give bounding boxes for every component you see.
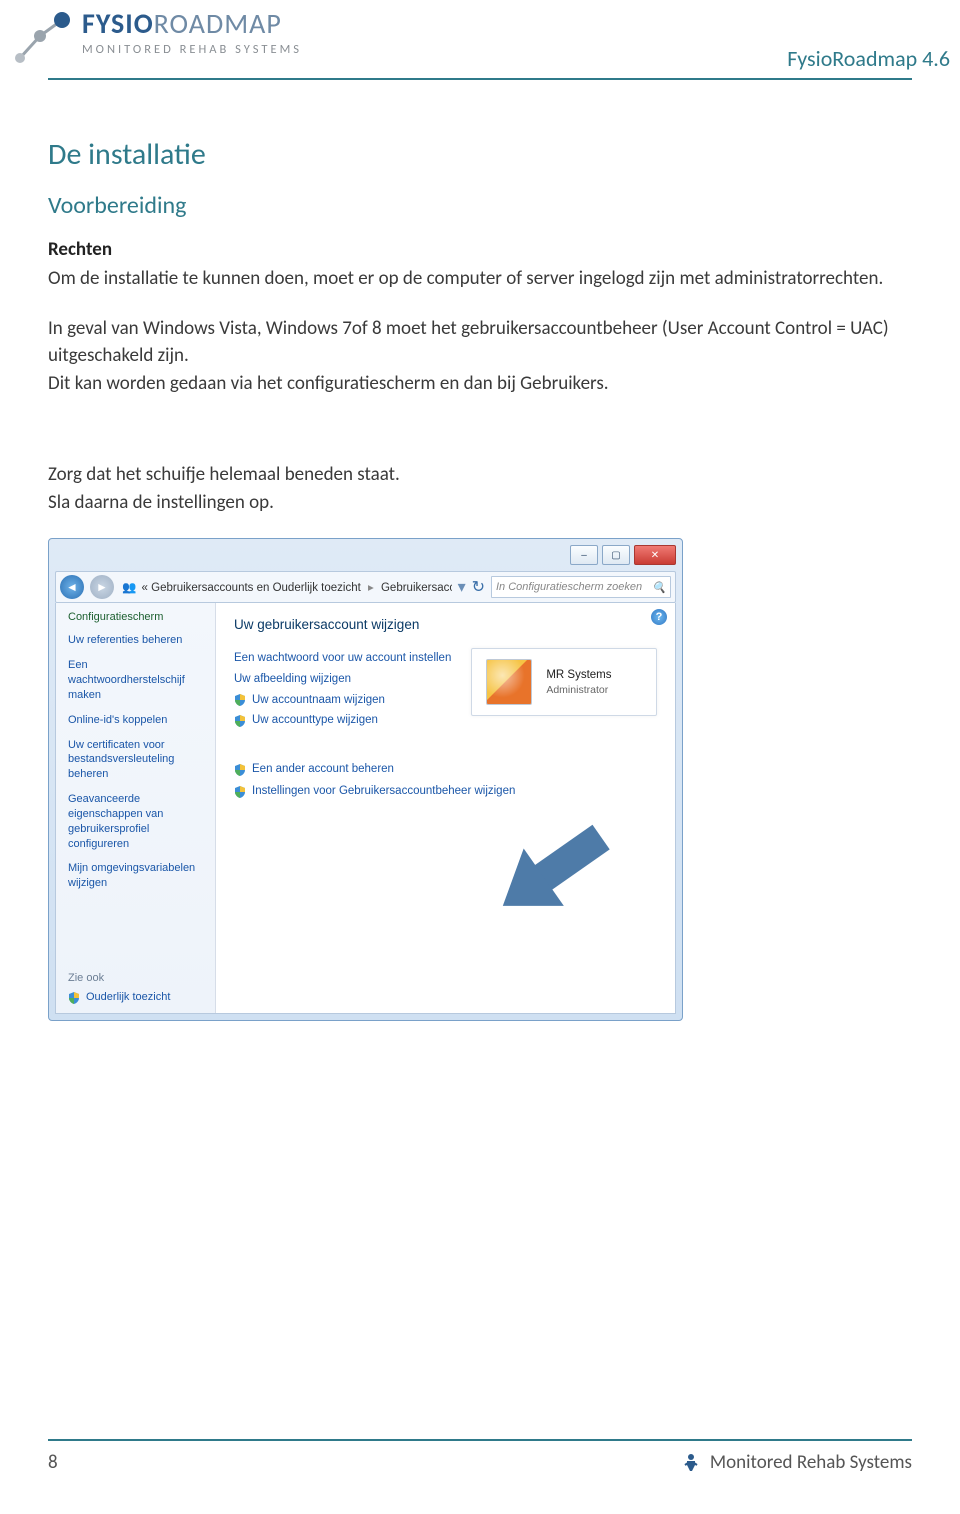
shield-icon <box>234 786 246 798</box>
maximize-button[interactable]: ▢ <box>602 545 630 565</box>
sidebar-link-env-vars[interactable]: Mijn omgevingsvariabelen wijzigen <box>68 861 205 891</box>
paragraph-save: Sla daarna de instellingen op. <box>48 489 912 517</box>
heading-installation: De installatie <box>48 136 912 173</box>
breadcrumb[interactable]: 👥 « Gebruikersaccounts en Ouderlijk toez… <box>120 580 452 594</box>
page-number: 8 <box>48 1451 58 1474</box>
dropdown-icon[interactable]: ▾ <box>458 577 466 597</box>
sidebar-link-parental[interactable]: Ouderlijk toezicht <box>86 990 170 1005</box>
sidebar-link-credentials[interactable]: Uw referenties beheren <box>68 633 205 648</box>
paragraph-configpanel: Dit kan worden gedaan via het configurat… <box>48 370 912 398</box>
link-uac-settings[interactable]: Instellingen voor Gebruikersaccountbehee… <box>252 781 515 803</box>
link-set-password[interactable]: Een wachtwoord voor uw account instellen <box>234 648 451 669</box>
link-change-accountname[interactable]: Uw accountnaam wijzigen <box>252 690 385 711</box>
header-version: FysioRoadmap 4.6 <box>787 45 950 72</box>
sidebar-link-certificates[interactable]: Uw certificaten voor bestandsversleuteli… <box>68 738 205 783</box>
help-icon[interactable]: ? <box>651 609 667 625</box>
logo-text-bold: FYSIO <box>82 6 154 41</box>
sidebar-link-profile-props[interactable]: Geavanceerde eigenschappen van gebruiker… <box>68 792 205 851</box>
document-footer: 8 Monitored Rehab Systems <box>48 1439 912 1474</box>
close-button[interactable]: ✕ <box>634 545 676 565</box>
minimize-button[interactable]: – <box>570 545 598 565</box>
chevron-right-icon: ▸ <box>364 582 378 594</box>
link-manage-other-account[interactable]: Een ander account beheren <box>252 759 394 781</box>
logo-text-thin: ROADMAP <box>154 6 282 41</box>
footer-brand: Monitored Rehab Systems <box>710 1451 912 1474</box>
control-panel-sidebar: Configuratiescherm Uw referenties behere… <box>56 603 216 1013</box>
breadcrumb-level1: Gebruikersaccounts en Ouderlijk toezicht <box>151 582 361 594</box>
nav-forward-button[interactable]: ► <box>90 575 114 599</box>
screenshot-user-accounts-window: – ▢ ✕ ◄ ► 👥 « Gebruikersaccounts en Oude… <box>48 538 683 1021</box>
shield-icon <box>68 992 80 1004</box>
sidebar-link-password-reset[interactable]: Een wachtwoordherstelschijf maken <box>68 658 205 703</box>
paragraph-uac: In geval van Windows Vista, Windows 7of … <box>48 315 912 370</box>
nav-back-button[interactable]: ◄ <box>60 575 84 599</box>
user-name: MR Systems <box>546 667 611 683</box>
document-header: FYSIOROADMAP MONITORED REHAB SYSTEMS Fys… <box>48 10 912 80</box>
main-panel: ? Uw gebruikersaccount wijzigen Een wach… <box>216 603 675 1013</box>
shield-icon <box>234 715 246 727</box>
logo-subtitle: MONITORED REHAB SYSTEMS <box>82 44 302 57</box>
breadcrumb-prefix: « <box>142 582 148 594</box>
link-change-accounttype[interactable]: Uw accounttype wijzigen <box>252 710 378 731</box>
search-icon: 🔍 <box>652 581 666 594</box>
paragraph-slider: Zorg dat het schuifje helemaal beneden s… <box>48 461 912 489</box>
refresh-icon[interactable]: ↻ <box>472 577 485 597</box>
window-titlebar: – ▢ ✕ <box>55 545 676 569</box>
sidebar-link-online-ids[interactable]: Online-id's koppelen <box>68 713 205 728</box>
sidebar-see-also: Zie ook <box>68 972 205 984</box>
avatar <box>486 659 532 705</box>
main-panel-title: Uw gebruikersaccount wijzigen <box>234 617 657 632</box>
shield-icon <box>234 694 246 706</box>
sidebar-home-link[interactable]: Configuratiescherm <box>68 611 205 623</box>
search-input[interactable]: In Configuratiescherm zoeken 🔍 <box>491 576 671 598</box>
link-change-picture[interactable]: Uw afbeelding wijzigen <box>234 669 351 690</box>
logo-icon <box>12 10 72 66</box>
address-bar: ◄ ► 👥 « Gebruikersaccounts en Ouderlijk … <box>55 571 676 603</box>
brand-logo: FYSIOROADMAP MONITORED REHAB SYSTEMS <box>12 10 302 66</box>
breadcrumb-level2: Gebruikersaccounts <box>381 582 452 594</box>
footer-logo-icon <box>682 1453 700 1473</box>
paragraph-admin-rights: Om de installatie te kunnen doen, moet e… <box>48 265 912 293</box>
heading-preparation: Voorbereiding <box>48 191 912 220</box>
user-role: Administrator <box>546 683 611 698</box>
heading-rights: Rechten <box>48 238 912 261</box>
shield-icon <box>234 764 246 776</box>
search-placeholder: In Configuratiescherm zoeken <box>496 581 642 593</box>
user-account-card: MR Systems Administrator <box>471 648 657 716</box>
